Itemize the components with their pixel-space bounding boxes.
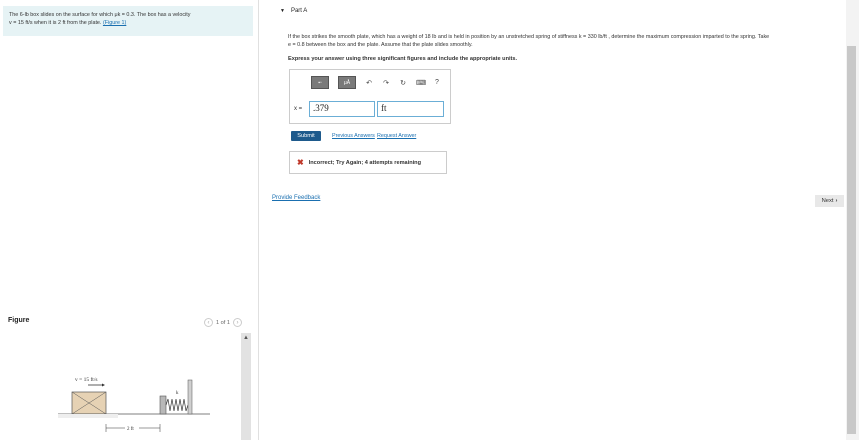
math-toolbar: ▪▫ μÅ ↶ ↷ ↻ ⌨ ? [311,76,441,89]
left-panel: The 6-lb box slides on the surface for w… [0,0,258,440]
k-label: k [176,391,179,396]
feedback-text: Incorrect; Try Again; 4 attempts remaini… [308,159,422,166]
velocity-arrowhead [102,383,105,387]
next-button[interactable]: Next › [815,195,844,207]
distance-label: 2 ft [127,427,134,432]
part-a-header[interactable]: ▼ Part A [280,8,307,14]
part-label: Part A [290,8,308,14]
figure-title: Figure [8,317,30,324]
redo-icon[interactable]: ↷ [382,79,390,87]
question-line-2: e = 0.8 between the box and the plate. A… [288,42,473,48]
figure-link[interactable]: (Figure 1) [103,20,126,26]
feedback-box: ✖ Incorrect; Try Again; 4 attempts remai… [289,151,447,174]
answer-units-input[interactable]: ft [377,101,444,117]
units-symbols-icon[interactable]: μÅ [338,76,356,89]
problem-line-2: v = 15 ft/s when it is 2 ft from the pla… [9,20,102,26]
submit-button[interactable]: Submit [291,131,321,141]
velocity-label: v = 15 ft/s [75,376,98,383]
plate [159,395,167,415]
wall [187,379,193,415]
undo-icon[interactable]: ↶ [365,79,373,87]
question-text: If the box strikes the smooth plate, whi… [288,33,848,49]
answer-value-input[interactable]: .379 [309,101,375,117]
answer-variable-label: x = [294,106,303,112]
prev-figure-button[interactable]: ‹ [204,318,213,327]
previous-answers-link[interactable]: Previous Answers [332,133,375,139]
chevron-right-icon: › [835,198,838,204]
figure-page-indicator: 1 of 1 [216,319,230,326]
figure-diagram: v = 15 ft/s k 2 ft [58,376,210,432]
keyboard-icon[interactable]: ⌨ [416,79,426,87]
next-figure-button[interactable]: › [233,318,242,327]
request-answer-link[interactable]: Request Answer [377,133,416,139]
problem-line-1: The 6-lb box slides on the surface for w… [9,12,191,18]
provide-feedback-link[interactable]: Provide Feedback [272,195,320,201]
incorrect-x-icon: ✖ [297,158,304,167]
next-button-label: Next [821,198,834,204]
spring [165,398,189,412]
figure-scrollbar[interactable] [241,333,251,440]
ground-hatch [58,414,118,418]
problem-text: The 6-lb box slides on the surface for w… [9,11,247,27]
panel-divider [258,0,259,440]
figure-scroll-up-arrow-icon[interactable]: ▲ [241,333,251,343]
page-scrollbar-thumb[interactable] [847,46,856,434]
instruction-text: Express your answer using three signific… [288,56,518,62]
question-line-1: If the box strikes the smooth plate, whi… [288,34,770,40]
reset-icon[interactable]: ↻ [399,79,407,87]
problem-statement: The 6-lb box slides on the surface for w… [3,6,253,36]
collapse-triangle-icon: ▼ [280,8,285,14]
help-icon[interactable]: ? [433,79,441,86]
templates-icon[interactable]: ▪▫ [311,76,329,89]
figure-pager: ‹ 1 of 1 › [204,318,242,327]
